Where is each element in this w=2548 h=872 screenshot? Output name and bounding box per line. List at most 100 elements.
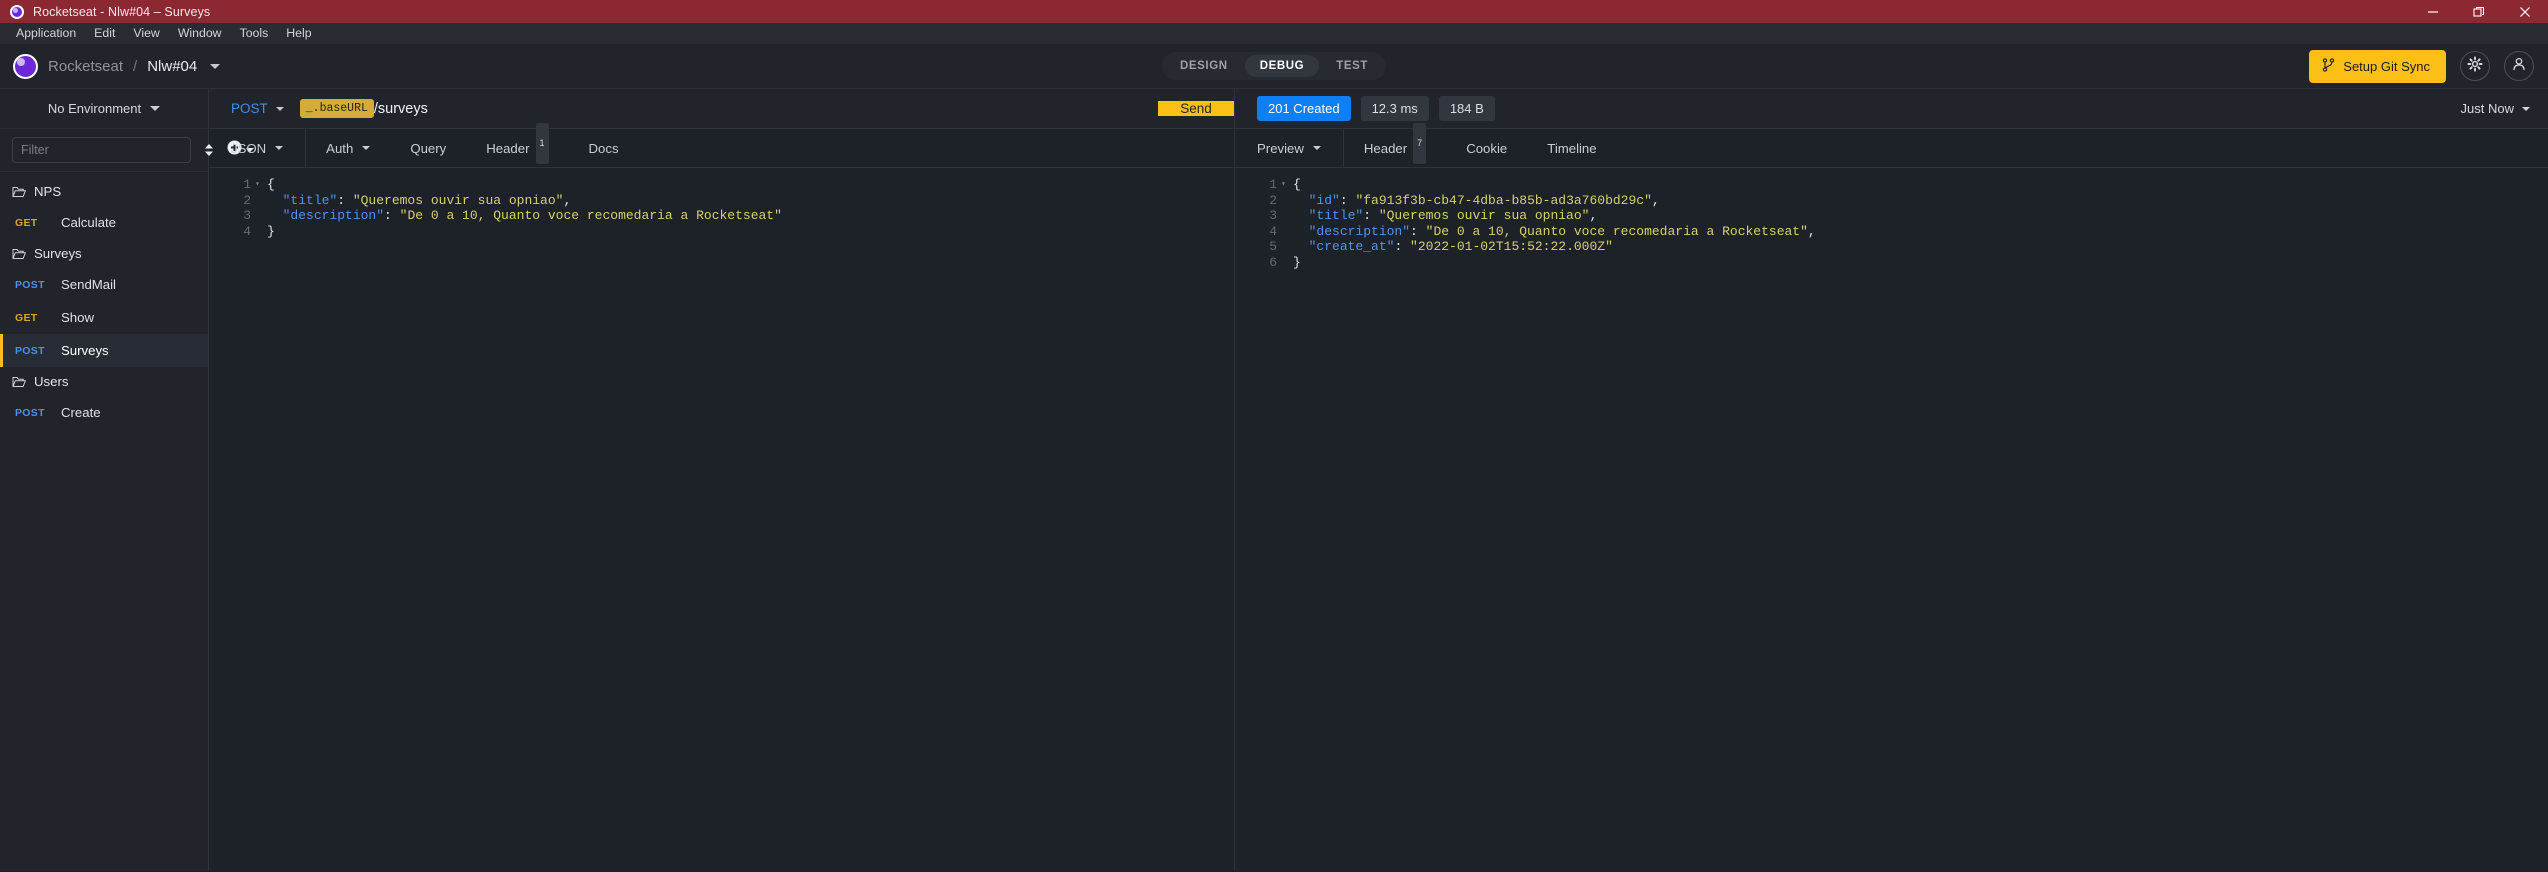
response-gutter: 123456 — [1235, 177, 1281, 871]
request-body-code[interactable]: { "title": "Queremos ouvir sua opniao", … — [267, 177, 1234, 871]
response-fold-column[interactable]: ▾ — [1281, 177, 1293, 871]
response-body-viewer[interactable]: 123456 ▾ { "id": "fa913f3b-cb47-4dba-b85… — [1235, 168, 2548, 871]
menu-item-view[interactable]: View — [124, 23, 168, 44]
tab-timeline[interactable]: Timeline — [1527, 129, 1616, 168]
request-method: POST — [15, 406, 45, 419]
fold-toggle-icon — [1281, 255, 1293, 271]
mode-design[interactable]: DESIGN — [1165, 55, 1243, 77]
code-token: : — [1363, 208, 1379, 224]
tab-preview[interactable]: Preview — [1235, 128, 1344, 168]
code-token: , — [1651, 192, 1660, 208]
line-number: 3 — [1269, 208, 1277, 224]
tab-docs[interactable]: Docs — [569, 129, 639, 168]
request-name: Create — [61, 405, 101, 420]
folder-surveys[interactable]: Surveys — [0, 239, 208, 268]
folder-users[interactable]: Users — [0, 367, 208, 396]
sidebar-request-show[interactable]: GET Show — [0, 301, 208, 334]
response-size-badge[interactable]: 184 B — [1438, 96, 1495, 121]
content-area: POST _.baseURL /surveys Send 201 Created… — [209, 89, 2548, 871]
response-pane: Preview Header 7 Cookie Timeline 1 2 3 4… — [1235, 122, 2548, 871]
code-line: } — [1293, 255, 2548, 271]
sidebar-request-surveys[interactable]: POST Surveys — [0, 334, 208, 367]
response-history-selector[interactable]: Just Now — [2461, 101, 2530, 116]
code-line: { — [1293, 177, 2548, 193]
fold-toggle-icon — [1281, 239, 1293, 255]
breadcrumb-separator: / — [133, 57, 138, 75]
environment-selector[interactable]: No Environment — [0, 89, 208, 129]
response-body-code[interactable]: { "id": "fa913f3b-cb47-4dba-b85b-ad3a760… — [1293, 177, 2548, 871]
tab-json[interactable]: JSON — [209, 128, 307, 168]
menu-item-tools[interactable]: Tools — [231, 23, 278, 44]
menu-item-help[interactable]: Help — [277, 23, 320, 44]
fold-toggle-icon — [255, 224, 267, 240]
request-url-group: POST _.baseURL /surveys Send — [209, 89, 1235, 128]
tab-query[interactable]: Query — [390, 129, 466, 168]
mode-debug[interactable]: DEBUG — [1244, 55, 1320, 77]
settings-button[interactable] — [2460, 51, 2490, 81]
chevron-down-icon[interactable] — [210, 63, 221, 69]
setup-git-sync-button[interactable]: Setup Git Sync — [2309, 49, 2446, 83]
breadcrumb[interactable]: Rocketseat / Nlw#04 — [0, 53, 221, 79]
maximize-button[interactable] — [2456, 0, 2502, 23]
mode-test[interactable]: TEST — [1321, 55, 1383, 77]
window-title-bar: Rocketseat - Nlw#04 – Surveys — [0, 0, 2548, 23]
folder-nps[interactable]: NPS — [0, 177, 208, 206]
url-input[interactable]: _.baseURL /surveys — [299, 99, 1158, 118]
code-token: : — [1394, 239, 1411, 255]
minimize-button[interactable] — [2410, 0, 2456, 23]
status-badge[interactable]: 201 Created — [1257, 96, 1351, 121]
tab-cookie[interactable]: Cookie — [1446, 129, 1527, 168]
menu-item-edit[interactable]: Edit — [85, 23, 124, 44]
line-number: 6 — [1269, 254, 1277, 270]
url-template-tag[interactable]: _.baseURL — [299, 99, 374, 118]
code-line: "title": "Queremos ouvir sua opniao", — [1293, 208, 2548, 224]
chevron-down-icon — [275, 106, 284, 111]
method-label: POST — [231, 101, 268, 116]
response-time-badge[interactable]: 12.3 ms — [1360, 96, 1429, 121]
filter-input[interactable] — [12, 137, 191, 163]
request-name: Show — [61, 310, 94, 325]
tab-response-header[interactable]: Header 7 — [1344, 122, 1446, 168]
menu-item-window[interactable]: Window — [169, 23, 231, 44]
fold-toggle-icon[interactable]: ▾ — [255, 177, 267, 193]
sidebar-request-create[interactable]: POST Create — [0, 396, 208, 429]
code-token: "title" — [1308, 208, 1364, 224]
menu-item-application[interactable]: Application — [7, 23, 85, 44]
folder-label: NPS — [34, 184, 62, 199]
account-button[interactable] — [2504, 51, 2534, 81]
request-fold-column[interactable]: ▾ — [255, 177, 267, 871]
breadcrumb-workspace[interactable]: Rocketseat — [48, 58, 123, 75]
request-body-editor[interactable]: 1234 ▾ { "title": "Queremos ouvir sua op… — [209, 168, 1234, 871]
code-token: } — [1293, 254, 1301, 270]
tab-badge-count: 1 — [535, 122, 549, 164]
code-token: "description" — [282, 208, 385, 224]
environment-label: No Environment — [47, 101, 142, 116]
tab-header[interactable]: Header 1 — [466, 122, 568, 168]
sidebar-request-calculate[interactable]: GET Calculate — [0, 206, 208, 239]
fold-toggle-icon — [1281, 224, 1293, 240]
tab-label: Header — [486, 140, 530, 156]
close-button[interactable] — [2502, 0, 2548, 23]
fold-toggle-icon — [1281, 193, 1293, 209]
send-button[interactable]: Send — [1158, 101, 1234, 116]
request-tree: NPS GET Calculate Surveys POST SendMail … — [0, 172, 208, 871]
line-number: 2 — [243, 192, 251, 208]
code-token: "De 0 a 10, Quanto voce recomedaria a Ro… — [399, 208, 782, 224]
response-status-bar: 201 Created 12.3 ms 184 B Just Now — [1235, 89, 2548, 128]
code-token: { — [1293, 177, 1301, 192]
code-token: , — [1589, 208, 1598, 224]
request-gutter: 1234 — [209, 177, 255, 871]
chevron-down-icon — [1312, 146, 1321, 150]
code-line: "title": "Queremos ouvir sua opniao", — [267, 193, 1234, 209]
sidebar-request-sendmail[interactable]: POST SendMail — [0, 268, 208, 301]
sidebar: No Environment Filter NPS GET Calculate … — [0, 89, 254, 871]
breadcrumb-project[interactable]: Nlw#04 — [147, 58, 197, 75]
fold-toggle-icon[interactable]: ▾ — [1281, 177, 1293, 193]
tab-auth[interactable]: Auth — [306, 129, 390, 168]
account-icon — [2511, 56, 2527, 77]
method-selector[interactable]: POST — [209, 101, 300, 116]
setup-git-sync-label: Setup Git Sync — [2343, 58, 2430, 74]
code-token: , — [1807, 223, 1816, 239]
